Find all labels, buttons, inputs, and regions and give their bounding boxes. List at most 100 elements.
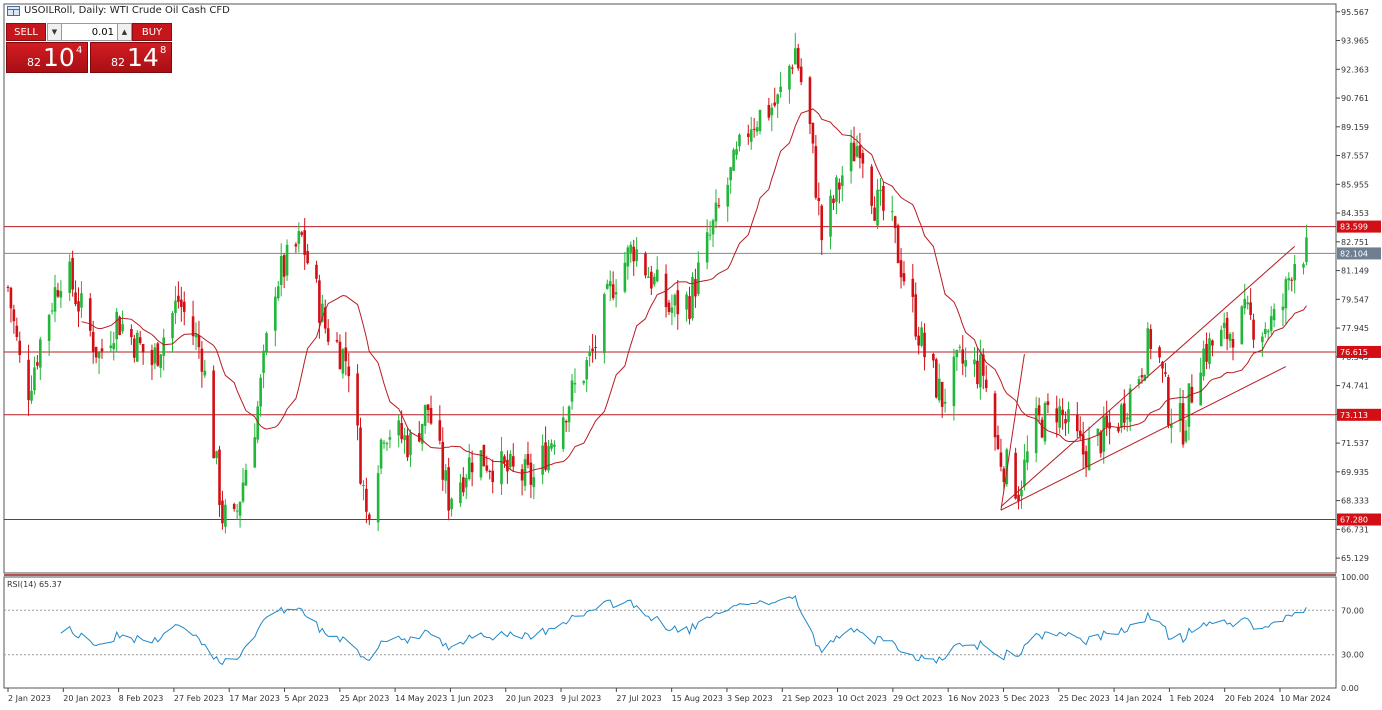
candle-body	[588, 351, 591, 357]
price-axis-label: 81.149	[1341, 267, 1369, 276]
candle-body	[573, 383, 577, 385]
price-axis-label: 95.567	[1341, 8, 1369, 17]
candle-body	[71, 257, 74, 290]
candle-body	[259, 377, 262, 407]
time-axis-label: 5 Apr 2023	[285, 694, 329, 703]
volume-increase-button[interactable]: ▲	[117, 23, 132, 41]
candle-body	[614, 292, 618, 295]
sell-price-fraction: 4	[76, 45, 83, 56]
candle-body	[1125, 417, 1129, 420]
candle-body	[899, 260, 903, 278]
candle-body	[779, 86, 782, 93]
candle-body	[738, 134, 741, 147]
candle-body	[1081, 434, 1085, 455]
candle-body	[438, 420, 442, 441]
candle-body	[1146, 328, 1150, 375]
volume-decrease-button[interactable]: ▼	[47, 23, 62, 41]
candle-body	[112, 343, 116, 350]
candle-body	[244, 469, 248, 486]
candle-body	[958, 346, 962, 348]
candle-body	[717, 205, 721, 207]
sell-price-button[interactable]: 82 10 4	[6, 42, 88, 73]
candle-body	[1034, 408, 1038, 454]
candle-body	[285, 244, 289, 276]
candle-body	[1023, 459, 1026, 487]
candle-body	[18, 340, 22, 356]
candle-body	[426, 404, 430, 411]
candle-body	[876, 189, 879, 226]
price-axis-label: 87.557	[1341, 152, 1369, 161]
candle-body	[770, 107, 774, 116]
candle-body	[694, 279, 697, 297]
candle-body	[376, 473, 380, 523]
candle-body	[917, 335, 920, 346]
candle-body	[943, 401, 947, 404]
candle-body	[335, 340, 339, 342]
candle-body	[647, 276, 650, 278]
candle-body	[652, 276, 656, 285]
candle-body	[667, 302, 671, 312]
candle-body	[1020, 489, 1023, 497]
candle-body	[808, 77, 812, 124]
candle-body	[561, 417, 565, 449]
candle-body	[459, 482, 462, 504]
candle-body	[1046, 401, 1050, 405]
candle-body	[676, 290, 680, 315]
candle-body	[306, 251, 309, 264]
candle-body	[708, 234, 712, 236]
volume-input[interactable]	[62, 23, 117, 41]
candle-body	[382, 442, 386, 444]
candle-body	[838, 182, 841, 190]
time-axis-label: 9 Jul 2023	[561, 694, 601, 703]
candle-body	[53, 287, 57, 312]
time-axis-label: 20 Jun 2023	[506, 694, 554, 703]
candle-body	[1246, 302, 1249, 305]
candle-body	[635, 249, 638, 262]
candle-body	[1249, 302, 1252, 315]
candle-body	[56, 290, 60, 297]
candle-body	[820, 205, 824, 241]
candle-body	[1187, 383, 1191, 427]
candle-body	[265, 333, 268, 352]
time-axis-label: 20 Jan 2023	[63, 694, 111, 703]
candle-body	[1252, 319, 1255, 340]
candle-body	[1040, 419, 1044, 438]
candle-body	[755, 127, 759, 132]
candle-body	[1002, 468, 1006, 482]
candle-body	[94, 346, 98, 358]
candle-body	[47, 314, 51, 341]
candle-body	[303, 230, 307, 255]
candle-body	[300, 232, 304, 235]
sell-button[interactable]: SELL	[6, 23, 46, 41]
candle-body	[133, 338, 136, 358]
candle-body	[870, 166, 873, 206]
candle-body	[793, 48, 797, 65]
candle-body	[840, 175, 844, 187]
candle-body	[130, 328, 133, 338]
time-axis-label: 25 Apr 2023	[340, 694, 389, 703]
candle-body	[544, 442, 547, 470]
buy-price-button[interactable]: 82 14 8	[90, 42, 172, 73]
candle-body	[77, 301, 80, 312]
candle-body	[200, 348, 204, 372]
candle-body	[1290, 279, 1294, 281]
candle-body	[814, 146, 818, 198]
candle-body	[1158, 347, 1161, 358]
candle-body	[773, 102, 777, 106]
candle-body	[964, 360, 967, 367]
candle-body	[1105, 415, 1108, 428]
level-price-label: 83.599	[1340, 223, 1368, 232]
candle-body	[1043, 403, 1047, 442]
candle-body	[984, 379, 988, 389]
candle-body	[520, 469, 524, 481]
candle-body	[197, 335, 201, 348]
candle-body	[36, 362, 39, 366]
candle-body	[6, 286, 10, 288]
candle-body	[338, 341, 342, 370]
candle-body	[799, 66, 803, 83]
candle-body	[1120, 404, 1123, 428]
buy-button[interactable]: BUY	[132, 23, 172, 41]
candle-body	[670, 307, 674, 313]
candle-body	[855, 146, 859, 157]
candle-body	[1184, 430, 1188, 442]
